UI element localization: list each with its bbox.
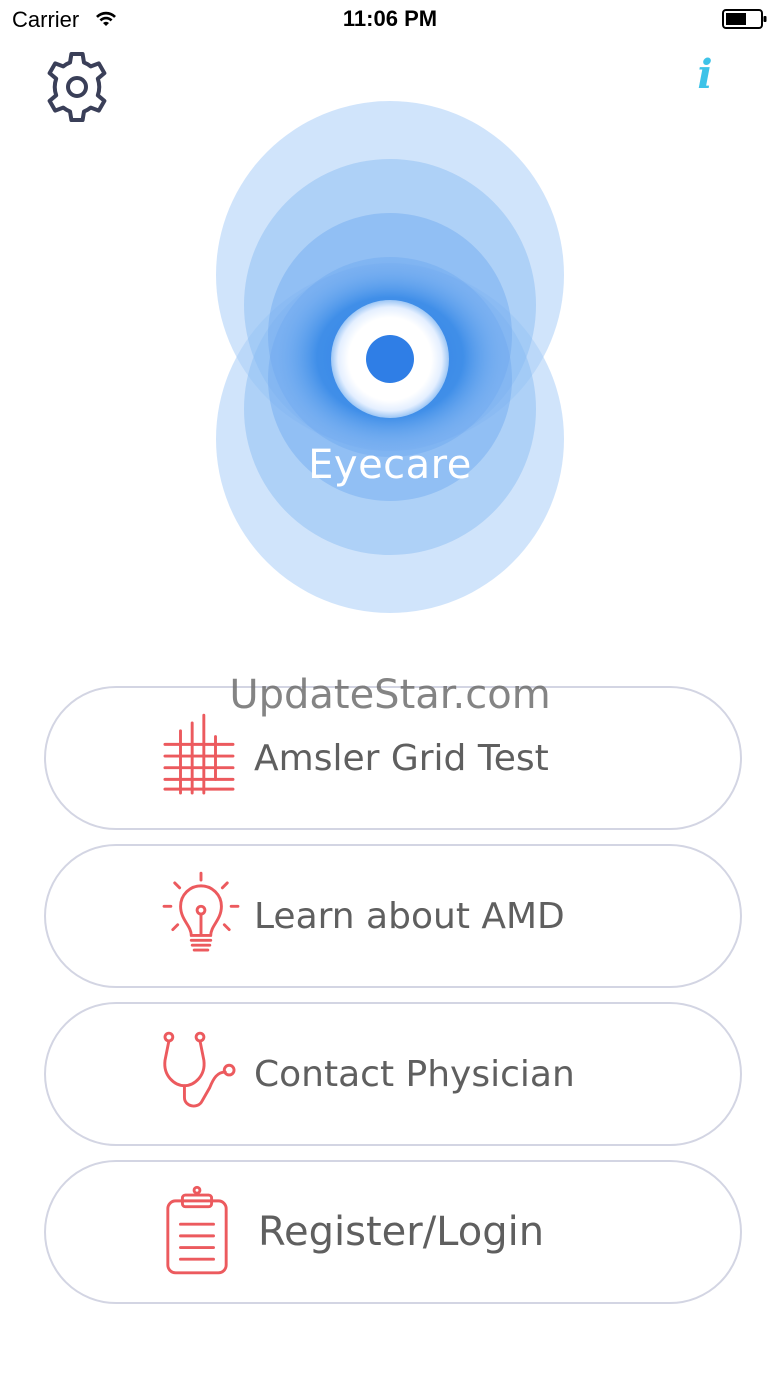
battery-icon <box>722 9 767 29</box>
status-bar: Carrier 11:06 PM <box>0 0 780 40</box>
register-login-label: Register/Login <box>258 1209 545 1255</box>
stethoscope-icon <box>163 1031 236 1108</box>
register-login-button[interactable]: Register/Login <box>44 1160 742 1304</box>
gear-icon <box>47 52 107 122</box>
lightbulb-icon <box>162 871 240 952</box>
amsler-grid-test-label: Amsler Grid Test <box>254 737 549 779</box>
logo-title: Eyecare <box>308 442 472 488</box>
clipboard-icon <box>166 1185 228 1275</box>
amsler-grid-test-button[interactable]: Amsler Grid Test <box>44 686 742 830</box>
eyecare-logo <box>216 101 564 613</box>
grid-icon <box>163 713 235 795</box>
learn-about-amd-label: Learn about AMD <box>254 895 565 937</box>
info-icon: i <box>697 51 713 98</box>
clock: 11:06 PM <box>342 6 438 31</box>
contact-physician-button[interactable]: Contact Physician <box>44 1002 742 1146</box>
contact-physician-label: Contact Physician <box>254 1053 575 1095</box>
home-screen: Carrier 11:06 PM i Eyecare UpdateStar.co… <box>0 0 780 1387</box>
info-button[interactable]: i <box>690 52 720 98</box>
learn-about-amd-button[interactable]: Learn about AMD <box>44 844 742 988</box>
eye-pupil <box>366 335 414 383</box>
settings-button[interactable] <box>40 50 114 124</box>
